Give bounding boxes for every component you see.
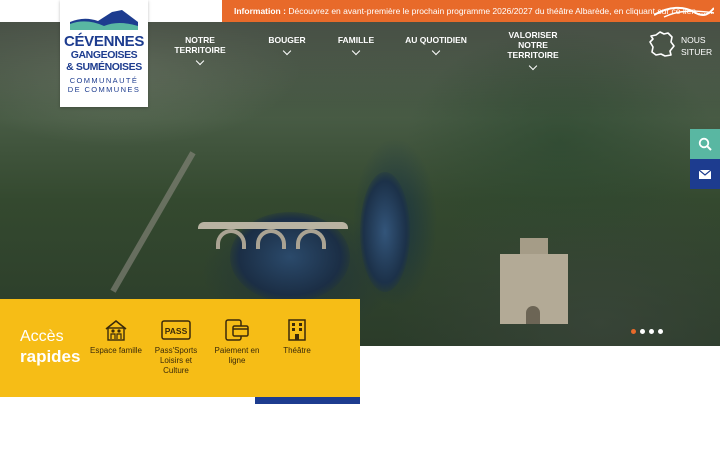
online-payment-icon xyxy=(225,319,249,341)
situer-line-2: SITUER xyxy=(681,47,713,57)
mountains-logo-icon xyxy=(70,10,138,30)
quick-link-label: Espace famille xyxy=(89,346,143,355)
nav-label: FAMILLE xyxy=(337,35,375,45)
info-banner[interactable]: Information : Découvrez en avant-premièr… xyxy=(222,0,720,22)
quick-link-label-line-2: ligne xyxy=(228,356,246,365)
quick-access-title-light: Accès xyxy=(20,328,64,345)
accent-bar xyxy=(255,397,360,404)
nav-item-famille[interactable]: FAMILLE xyxy=(334,35,378,56)
situer-line-1: NOUS xyxy=(681,35,706,45)
chevron-down-icon xyxy=(351,46,361,56)
building-icon xyxy=(288,319,306,341)
nav-item-bouger[interactable]: BOUGER xyxy=(266,35,308,56)
quick-link-label: Pass'Sports Loisirs et Culture xyxy=(150,346,202,376)
nav-label: NOTRE TERRITOIRE xyxy=(174,35,226,55)
search-icon xyxy=(698,137,712,151)
pass-icon-text: PASS xyxy=(165,326,188,336)
nav-label: BOUGER xyxy=(268,35,306,45)
nav-item-au-quotidien[interactable]: AU QUOTIDIEN xyxy=(404,35,468,56)
family-house-icon xyxy=(105,319,127,341)
quick-link-theatre[interactable]: Théâtre xyxy=(274,319,320,356)
nav-label-line-2: TERRITOIRE xyxy=(507,50,559,60)
quick-link-espace-famille[interactable]: Espace famille xyxy=(88,319,144,356)
chevron-down-icon xyxy=(431,46,441,56)
main-nav: NOTRE TERRITOIRE BOUGER FAMILLE AU QUOTI… xyxy=(0,30,720,72)
info-banner-text: Découvrez en avant-première le prochain … xyxy=(288,6,713,16)
quick-access-title-bold: rapides xyxy=(20,347,81,366)
quick-link-label-line-2: Loisirs et xyxy=(159,356,192,365)
quick-access-panel: Accès rapides Espace famille PASS Pass'S… xyxy=(0,299,360,404)
france-map-icon xyxy=(649,31,675,57)
page: Information : Découvrez en avant-premièr… xyxy=(0,0,720,450)
logo-line-4: COMMUNAUTÉ xyxy=(69,76,139,85)
contact-button[interactable] xyxy=(690,159,720,189)
slider-dot[interactable] xyxy=(631,329,636,334)
nav-label: AU QUOTIDIEN xyxy=(405,35,467,45)
search-button[interactable] xyxy=(690,129,720,159)
slider-dot[interactable] xyxy=(640,329,645,334)
quick-link-label-line-1: Paiement en xyxy=(214,346,260,355)
logo-line-5: DE COMMUNES xyxy=(67,85,141,94)
chevron-down-icon xyxy=(528,61,538,71)
chevron-down-icon xyxy=(282,46,292,56)
quick-link-paiement-en-ligne[interactable]: Paiement en ligne xyxy=(210,319,264,366)
quick-link-label-line-3: Culture xyxy=(163,366,189,375)
mail-icon xyxy=(698,169,712,179)
nous-situer-link[interactable]: NOUS SITUER xyxy=(648,30,718,60)
nav-item-valoriser-territoire[interactable]: VALORISER NOTRE TERRITOIRE xyxy=(496,30,570,71)
nav-label-line-1: VALORISER NOTRE xyxy=(508,30,558,50)
quick-link-label: Paiement en ligne xyxy=(210,346,264,366)
chevron-down-icon xyxy=(195,56,205,66)
pass-icon: PASS xyxy=(161,320,191,340)
wave-icon xyxy=(654,6,714,18)
info-banner-label: Information : xyxy=(234,6,286,16)
quick-link-pass-sports[interactable]: PASS Pass'Sports Loisirs et Culture xyxy=(150,319,202,376)
slider-dots xyxy=(631,321,667,334)
slider-dot[interactable] xyxy=(658,329,663,334)
quick-access-title: Accès rapides xyxy=(20,327,80,367)
nav-item-notre-territoire[interactable]: NOTRE TERRITOIRE xyxy=(164,35,236,66)
slider-dot[interactable] xyxy=(649,329,654,334)
quick-link-label-line-1: Pass'Sports xyxy=(154,346,198,355)
quick-link-label: Théâtre xyxy=(283,346,311,355)
